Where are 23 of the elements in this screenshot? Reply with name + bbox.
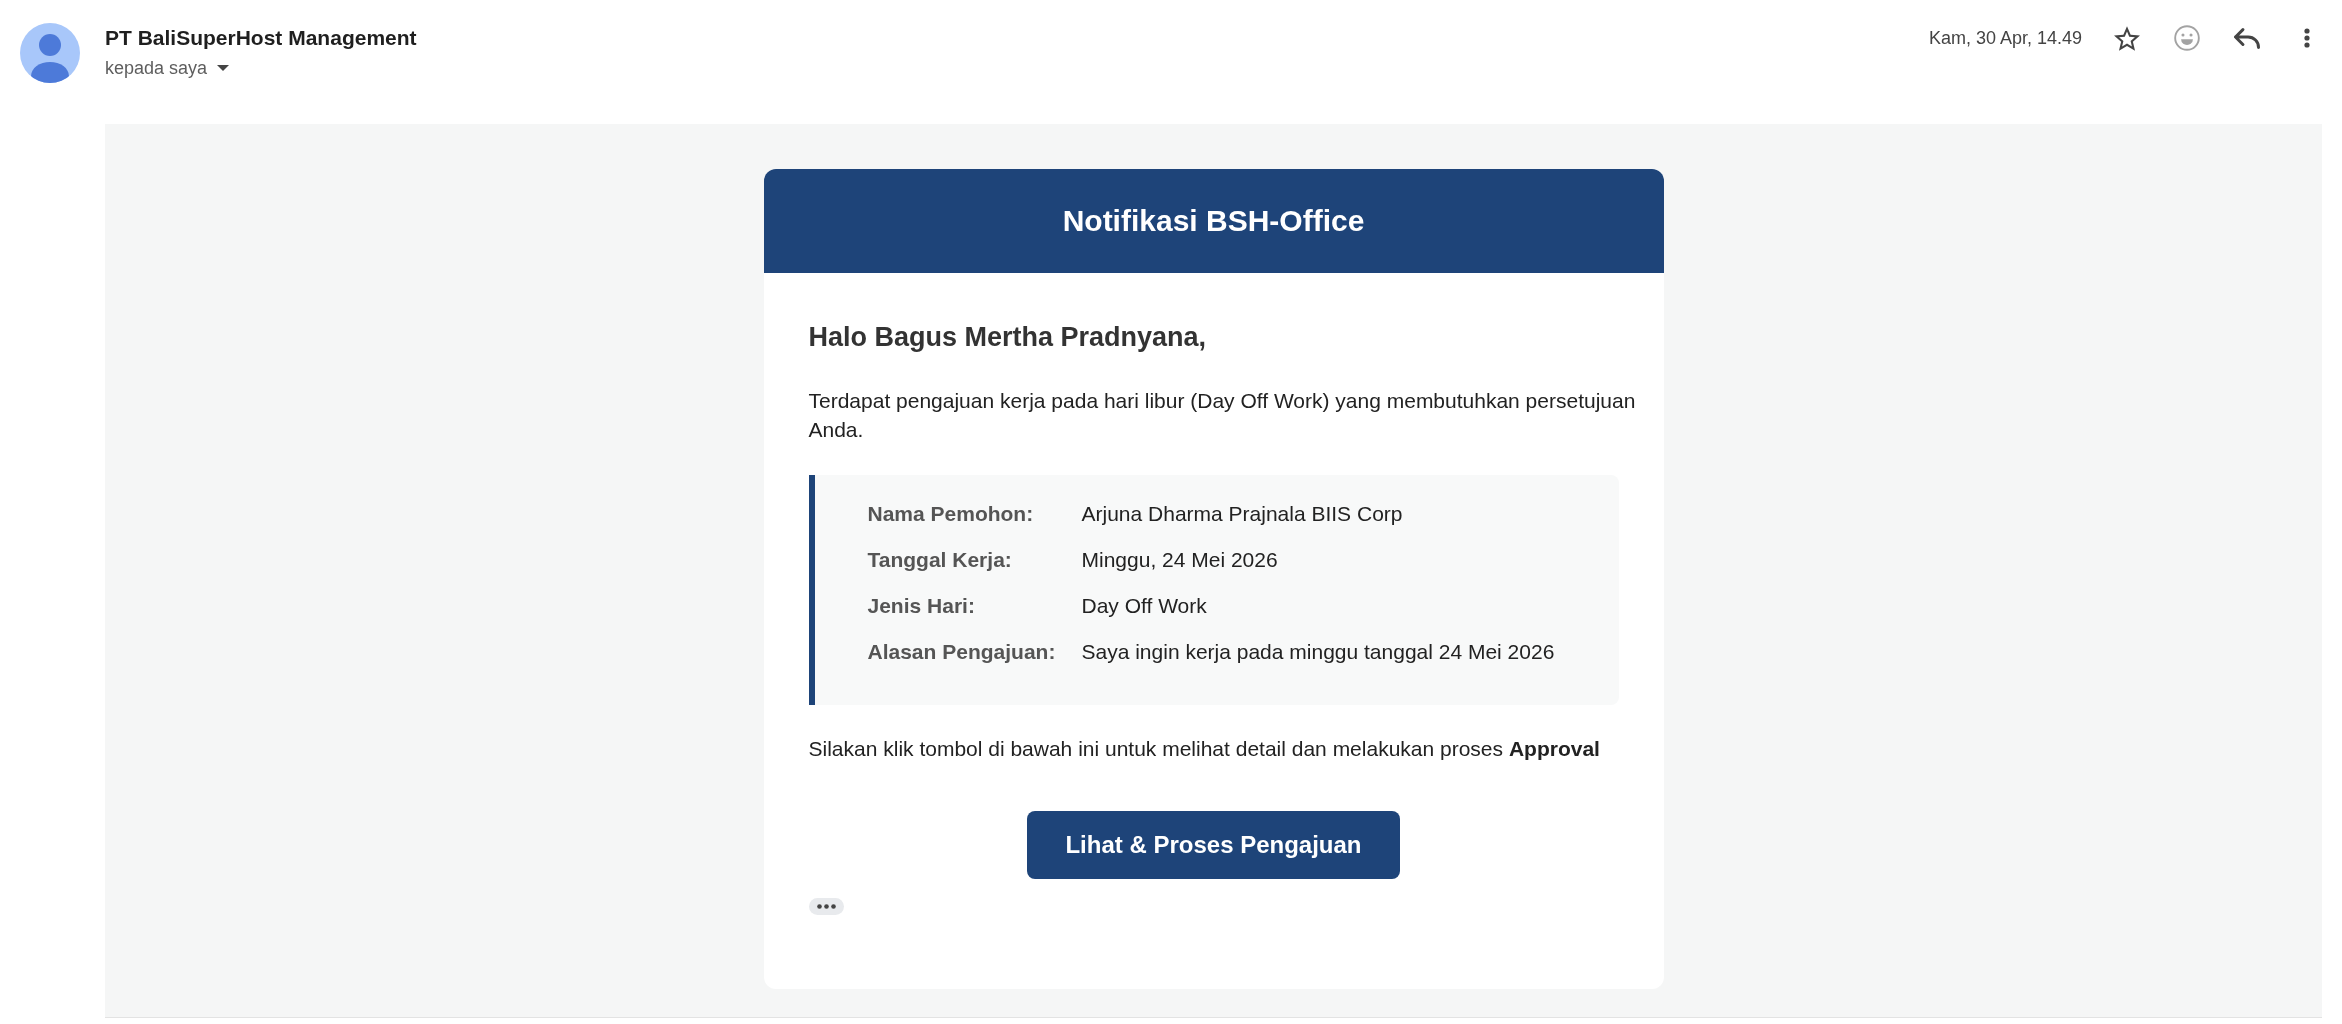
recipient-dropdown[interactable]: kepada saya (105, 56, 230, 80)
process-request-button[interactable]: Lihat & Proses Pengajuan (1027, 811, 1400, 879)
detail-label: Nama Pemohon: (867, 501, 1035, 527)
star-icon[interactable] (2114, 25, 2140, 51)
detail-value: Minggu, 24 Mei 2026 (1081, 547, 1278, 573)
message-date: Kam, 30 Apr, 14.49 (1928, 27, 2082, 50)
detail-label: Alasan Pengajuan: (867, 639, 1057, 665)
sender-name: PT BaliSuperHost Management (105, 25, 417, 51)
intro-paragraph: Terdapat pengajuan kerja pada hari libur (Day Off Work) yang membutuhkan persetujuan Anda. (808, 388, 1637, 443)
reply-icon[interactable] (2234, 27, 2260, 49)
detail-label: Tanggal Kerja: (867, 547, 1013, 573)
detail-value: Day Off Work (1081, 593, 1207, 619)
detail-value: Saya ingin kerja pada minggu tanggal 24 Mei 2026 (1081, 639, 1555, 665)
show-trimmed-content-button[interactable] (808, 898, 844, 915)
more-options-icon[interactable] (2304, 28, 2310, 48)
caret-icon[interactable] (217, 65, 230, 71)
detail-value: Arjuna Dharma Prajnala BIIS Corp (1081, 501, 1403, 527)
notification-title: Notifikasi BSH-Office (1062, 203, 1365, 239)
ellipsis-icon[interactable] (816, 904, 836, 909)
avatar-icon (20, 23, 80, 83)
greeting-heading: Halo Bagus Mertha Pradnyana, (808, 321, 1208, 353)
instruction-paragraph: Silakan klik tombol di bawah ini untuk melihat detail dan melakukan proses Approval (808, 736, 1601, 762)
detail-label: Jenis Hari: (867, 593, 976, 619)
